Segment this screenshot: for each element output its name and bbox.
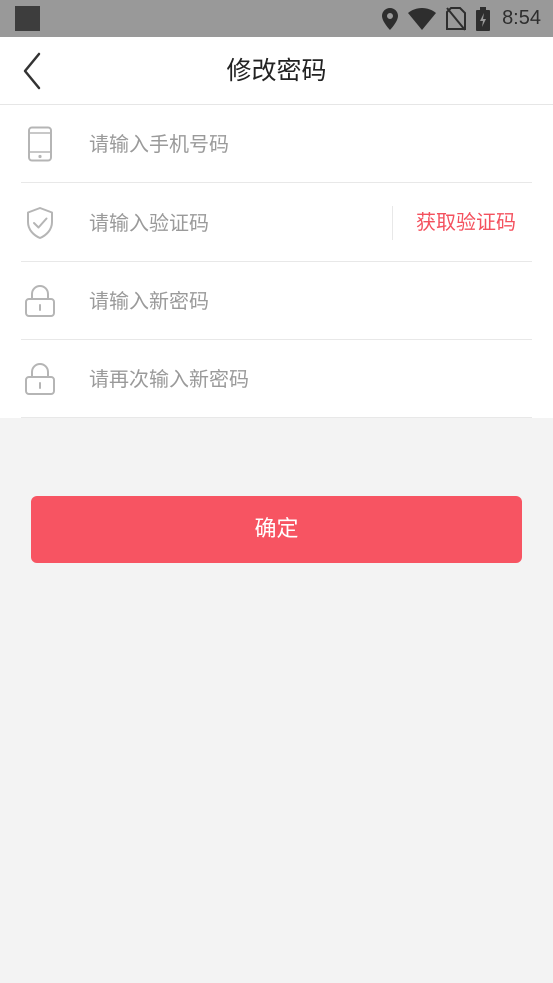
- battery-charging-icon: [476, 6, 491, 31]
- get-code-button[interactable]: 获取验证码: [416, 184, 516, 261]
- confirm-password-input[interactable]: [89, 360, 509, 398]
- shield-check-icon: [21, 184, 59, 261]
- status-time: 8:54: [502, 7, 541, 29]
- wifi-icon: [408, 7, 437, 30]
- header: 修改密码: [0, 37, 553, 105]
- lock-icon: [21, 340, 59, 417]
- page-title: 修改密码: [226, 56, 327, 85]
- notification-square-icon: [15, 6, 40, 31]
- phone-icon: [21, 105, 59, 182]
- phone-row: [21, 105, 532, 183]
- lock-icon: [21, 262, 59, 339]
- divider: [392, 206, 393, 240]
- new-password-row: [21, 262, 532, 340]
- new-password-input[interactable]: [89, 282, 509, 320]
- status-bar: 8:54: [0, 0, 553, 37]
- confirm-password-row: [21, 340, 532, 418]
- confirm-button[interactable]: 确定: [31, 496, 522, 563]
- verification-code-input[interactable]: [89, 204, 369, 242]
- code-row: 获取验证码: [21, 184, 532, 262]
- location-icon: [382, 7, 399, 30]
- status-icons: 8:54: [382, 0, 541, 37]
- change-password-form: 获取验证码: [0, 105, 553, 418]
- phone-input[interactable]: [89, 125, 509, 163]
- no-sim-icon: [446, 6, 467, 31]
